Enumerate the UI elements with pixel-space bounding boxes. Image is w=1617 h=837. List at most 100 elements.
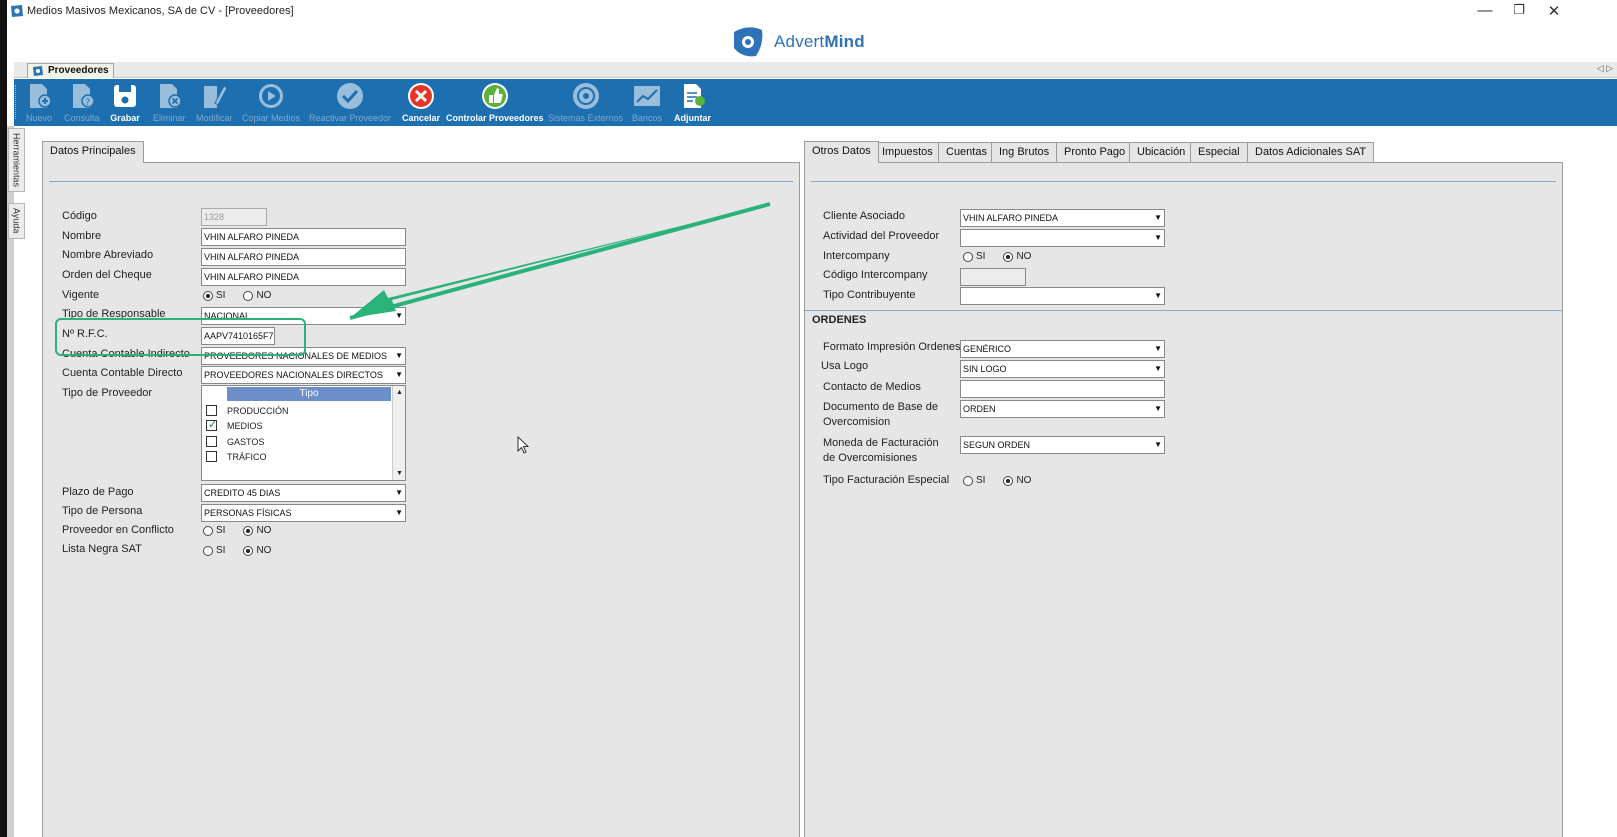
tipo-proveedor-list[interactable]: Tipo PRODUCCIÓN MEDIOS GASTOS TRÁFICO ▲ … [201, 385, 406, 481]
vigente-si-radio[interactable] [203, 290, 213, 301]
tab-pronto-pago[interactable]: Pronto Pago [1056, 142, 1134, 163]
trafico-checkbox[interactable] [206, 451, 217, 462]
consulta-button[interactable]: ? Consulta [64, 79, 100, 126]
nombre-abreviado-field[interactable]: VHIN ALFARO PINEDA [201, 248, 406, 266]
vigente-no-option[interactable]: NO [243, 290, 271, 301]
list-item-gastos[interactable]: GASTOS [206, 434, 264, 449]
nuevo-button[interactable]: Nuevo [24, 79, 54, 126]
restore-button[interactable]: ❐ [1509, 2, 1529, 18]
tab-especial[interactable]: Especial [1190, 142, 1248, 163]
usa-logo-combo[interactable]: SIN LOGO ▼ [960, 360, 1165, 378]
tipo-facturacion-si-radio[interactable] [963, 475, 973, 486]
tab-ing-brutos[interactable]: Ing Brutos [991, 142, 1058, 163]
eliminar-button[interactable]: Eliminar [153, 79, 186, 126]
tipo-contribuyente-combo[interactable]: ▼ [960, 287, 1165, 305]
minimize-button[interactable]: — [1475, 2, 1495, 19]
window-title: Medios Masivos Mexicanos, SA de CV - [Pr… [27, 5, 294, 17]
nombre-field[interactable]: VHIN ALFARO PINEDA [201, 228, 406, 246]
list-item-medios[interactable]: MEDIOS [206, 418, 263, 433]
conflicto-si-option[interactable]: SI [203, 525, 225, 536]
reactivar-proveedor-button[interactable]: Reactivar Proveedor [309, 79, 391, 126]
chevron-down-icon[interactable]: ▼ [1154, 437, 1162, 453]
chevron-down-icon[interactable]: ▼ [395, 367, 403, 383]
close-button[interactable]: ✕ [1544, 2, 1564, 20]
vigente-si-option[interactable]: SI [203, 290, 225, 301]
tab-nav-arrows[interactable]: ◁ ▷ [1597, 63, 1613, 74]
attach-doc-icon [683, 84, 705, 108]
scroll-down-icon[interactable]: ▼ [393, 467, 406, 480]
cliente-asociado-combo[interactable]: VHIN ALFARO PINEDA ▼ [960, 209, 1165, 227]
tab-proveedores[interactable]: Proveedores [27, 63, 114, 78]
contacto-medios-field[interactable] [960, 380, 1165, 398]
advertmind-logo: AdvertMind [730, 22, 865, 62]
chevron-down-icon[interactable]: ▼ [1154, 230, 1162, 246]
medios-checkbox[interactable] [206, 418, 217, 431]
moneda-facturacion-combo[interactable]: SEGUN ORDEN ▼ [960, 436, 1165, 454]
cancelar-button[interactable]: Cancelar [402, 79, 440, 126]
conflicto-si-radio[interactable] [203, 525, 213, 536]
lista-negra-no-option[interactable]: NO [243, 545, 271, 556]
documento-base-value: ORDEN [963, 404, 996, 414]
gastos-checkbox[interactable] [206, 436, 217, 447]
modificar-button[interactable]: Modificar [196, 79, 233, 126]
plazo-pago-combo[interactable]: CREDITO 45 DIAS ▼ [201, 484, 406, 502]
scroll-up-icon[interactable]: ▲ [393, 386, 406, 399]
tipo-persona-combo[interactable]: PERSONAS FÍSICAS ▼ [201, 504, 406, 522]
list-item-produccion[interactable]: PRODUCCIÓN [206, 403, 289, 418]
formato-impresion-label: Formato Impresión Ordenes [823, 341, 961, 353]
bancos-button[interactable]: Bancos [632, 79, 662, 126]
lista-negra-si-radio[interactable] [203, 545, 213, 556]
tab-impuestos[interactable]: Impuestos [874, 142, 941, 163]
copiar-medios-button[interactable]: Copiar Medios [242, 79, 300, 126]
actividad-combo[interactable]: ▼ [960, 229, 1165, 247]
chevron-down-icon[interactable]: ▼ [395, 505, 403, 521]
sistemas-externos-button[interactable]: Sistemas Externos [548, 79, 623, 126]
tab-ayuda[interactable]: Ayuda [8, 203, 25, 239]
tab-datos-principales-label: Datos Principales [50, 145, 136, 157]
chevron-down-icon[interactable]: ▼ [1154, 288, 1162, 304]
chevron-down-icon[interactable]: ▼ [395, 485, 403, 501]
intercompany-si-radio[interactable] [963, 251, 973, 262]
cliente-asociado-label: Cliente Asociado [823, 210, 905, 222]
tab-datos-principales[interactable]: Datos Principales [42, 141, 144, 163]
tipo-facturacion-no-option[interactable]: NO [1003, 475, 1031, 486]
intercompany-no-option[interactable]: NO [1003, 251, 1031, 262]
chevron-down-icon[interactable]: ▼ [1154, 401, 1162, 417]
chevron-down-icon[interactable]: ▼ [395, 308, 403, 324]
codigo-intercompany-field[interactable] [960, 268, 1026, 286]
tipo-facturacion-si-option[interactable]: SI [963, 475, 985, 486]
tipo-facturacion-no-radio[interactable] [1003, 475, 1014, 486]
lista-negra-label: Lista Negra SAT [62, 543, 142, 555]
tab-impuestos-label: Impuestos [882, 146, 933, 158]
documento-base-combo[interactable]: ORDEN ▼ [960, 400, 1165, 418]
conflicto-no-option[interactable]: NO [243, 525, 271, 536]
controlar-proveedores-button[interactable]: Controlar Proveedores [446, 79, 544, 126]
lista-negra-si-option[interactable]: SI [203, 545, 225, 556]
vigente-no-radio[interactable] [243, 290, 254, 301]
tab-herramientas[interactable]: Herramientas [8, 128, 25, 192]
tab-cuentas[interactable]: Cuentas [938, 142, 995, 163]
grabar-button[interactable]: Grabar [110, 79, 140, 126]
chevron-down-icon[interactable]: ▼ [1154, 341, 1162, 357]
chevron-down-icon[interactable]: ▼ [395, 348, 403, 364]
mouse-cursor-icon [517, 436, 529, 454]
cuenta-directo-combo[interactable]: PROVEEDORES NACIONALES DIRECTOS ▼ [201, 366, 406, 384]
lista-negra-no-radio[interactable] [243, 545, 254, 556]
intercompany-si-option[interactable]: SI [963, 251, 985, 262]
codigo-field[interactable]: 1328 [201, 208, 267, 226]
list-scrollbar[interactable]: ▲ ▼ [392, 386, 405, 480]
produccion-checkbox[interactable] [206, 405, 217, 416]
tab-otros-datos[interactable]: Otros Datos [804, 141, 879, 163]
formato-impresion-combo[interactable]: GENÉRICO ▼ [960, 340, 1165, 358]
intercompany-no-radio[interactable] [1003, 251, 1014, 262]
tab-ubicacion[interactable]: Ubicación [1129, 142, 1194, 163]
list-item-trafico[interactable]: TRÁFICO [206, 449, 267, 464]
adjuntar-button[interactable]: Adjuntar [674, 79, 711, 126]
chevron-down-icon[interactable]: ▼ [1154, 361, 1162, 377]
conflicto-no-radio[interactable] [243, 525, 254, 536]
panel-separator [49, 181, 793, 182]
chevron-down-icon[interactable]: ▼ [1154, 210, 1162, 226]
orden-cheque-field[interactable]: VHIN ALFARO PINEDA [201, 268, 406, 286]
tab-datos-adicionales-sat[interactable]: Datos Adicionales SAT [1247, 142, 1375, 163]
toolbar-grip[interactable] [15, 85, 18, 119]
